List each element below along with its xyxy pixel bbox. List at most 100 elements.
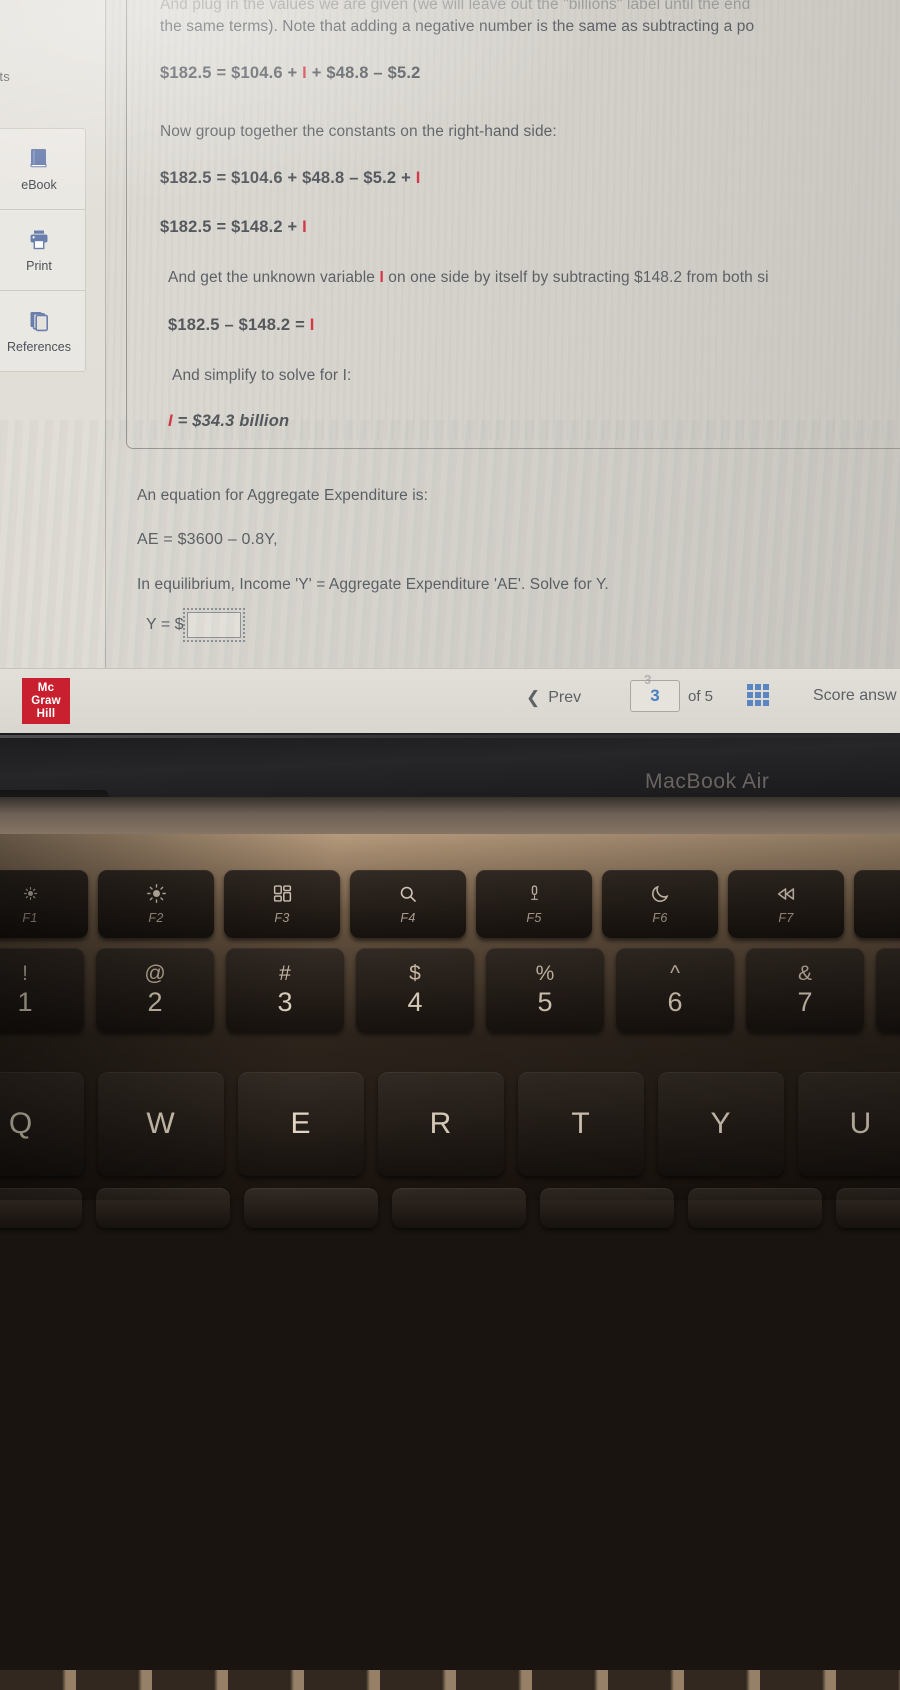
prev-button-label: Prev <box>548 689 582 706</box>
answer-input[interactable] <box>182 608 245 642</box>
key-6-main: 6 <box>667 987 683 1017</box>
equation-5-answer: I = $34.3 billion <box>168 412 290 430</box>
key-f8-partial[interactable] <box>854 870 900 938</box>
prev-button[interactable]: ❮ Prev <box>526 688 581 708</box>
speaker-grill <box>0 1670 900 1690</box>
logo-line-3: Hill <box>36 707 56 720</box>
keyboard-function-row: F1 F2 F3 F4 F5 F6 F7 <box>0 870 900 938</box>
solution-text-step-2: Now group together the constants on the … <box>160 123 557 140</box>
keyboard-number-row: ! 1 @ 2 # 3 $ 4 % 5 ^ 6 & 7 <box>0 948 900 1032</box>
key-r[interactable]: R <box>378 1072 504 1176</box>
key-f4[interactable]: F4 <box>350 870 466 938</box>
laptop-hinge <box>0 797 900 839</box>
sidebar-tool-group: eBook Print References <box>0 128 86 372</box>
answer-prefix: Y = $ <box>146 616 184 633</box>
equilibrium-prompt: In equilibrium, Income 'Y' = Aggregate E… <box>137 576 609 593</box>
equation-2: $182.5 = $104.6 + $48.8 – $5.2 + I <box>160 169 421 187</box>
printer-icon <box>26 227 52 253</box>
key-bottom-7[interactable] <box>836 1188 900 1228</box>
key-q-label: Q <box>8 1107 34 1140</box>
key-f6[interactable]: F6 <box>602 870 718 938</box>
key-3[interactable]: # 3 <box>226 948 344 1032</box>
key-f3[interactable]: F3 <box>224 870 340 938</box>
keyboard-bottom-row-partial <box>0 1188 900 1228</box>
key-2-main: 2 <box>147 987 163 1017</box>
spotlight-search-icon <box>398 884 418 904</box>
key-y-label: Y <box>710 1107 732 1140</box>
aggregate-expenditure-intro: An equation for Aggregate Expenditure is… <box>137 487 429 504</box>
key-3-shift: # <box>279 962 291 985</box>
key-f2-label: F2 <box>148 910 164 925</box>
sidebar-item-references[interactable]: References <box>0 291 85 371</box>
key-bottom-4[interactable] <box>392 1188 526 1228</box>
key-bottom-2[interactable] <box>96 1188 230 1228</box>
bezel-highlight <box>0 735 900 738</box>
key-t[interactable]: T <box>518 1072 644 1176</box>
bottom-navigation-bar: Mc Graw Hill ❮ Prev 3 3 of 5 Score answ <box>0 668 900 733</box>
key-e[interactable]: E <box>238 1072 364 1176</box>
sidebar-item-ebook-label: eBook <box>21 178 57 192</box>
key-1-shift: ! <box>22 962 28 985</box>
key-u-label: U <box>849 1107 873 1140</box>
key-bottom-3[interactable] <box>244 1188 378 1228</box>
sidebar: nts eBook <box>0 0 106 668</box>
solution-text-intro-2: the same terms). Note that adding a nega… <box>160 18 755 35</box>
key-y[interactable]: Y <box>658 1072 784 1176</box>
mcgraw-hill-logo: Mc Graw Hill <box>22 678 70 724</box>
key-8-partial[interactable] <box>876 948 900 1032</box>
sidebar-item-ebook[interactable]: eBook <box>0 129 85 210</box>
key-f7-label: F7 <box>778 910 794 925</box>
laptop-screen: nts eBook <box>0 0 900 733</box>
key-f7[interactable]: F7 <box>728 870 844 938</box>
sidebar-item-references-label: References <box>7 340 71 354</box>
key-bottom-1[interactable] <box>0 1188 82 1228</box>
equation-1: $182.5 = $104.6 + I + $48.8 – $5.2 <box>160 64 421 82</box>
page-number-input[interactable]: 3 3 <box>630 672 680 712</box>
key-7-main: 7 <box>797 987 813 1017</box>
key-u[interactable]: U <box>798 1072 900 1176</box>
key-bottom-6[interactable] <box>688 1188 822 1228</box>
key-4-shift: $ <box>409 962 421 985</box>
key-7-shift: & <box>797 962 812 985</box>
key-f2[interactable]: F2 <box>98 870 214 938</box>
key-5-main: 5 <box>537 987 553 1017</box>
do-not-disturb-moon-icon <box>650 884 671 904</box>
sidebar-truncated-label: nts <box>0 69 10 84</box>
keyboard-letter-row: Q W E R T Y U <box>0 1072 900 1176</box>
sidebar-item-print[interactable]: Print <box>0 210 85 291</box>
key-f6-label: F6 <box>652 910 668 925</box>
score-answers-button[interactable]: Score answ <box>813 687 897 705</box>
key-7[interactable]: & 7 <box>746 948 864 1032</box>
logo-line-1: Mc <box>37 681 55 694</box>
solution-text-intro-cut: And plug in the values we are given (we … <box>160 0 751 13</box>
brightness-down-icon <box>22 884 39 904</box>
key-f1[interactable]: F1 <box>0 870 88 938</box>
mission-control-icon <box>272 884 293 904</box>
variable-i: I <box>415 169 421 187</box>
equation-3: $182.5 = $148.2 + I <box>160 218 307 236</box>
key-1[interactable]: ! 1 <box>0 948 84 1032</box>
macbook-air-label: MacBook Air <box>645 770 770 793</box>
key-q[interactable]: Q <box>0 1072 84 1176</box>
sidebar-item-print-label: Print <box>26 259 52 273</box>
key-f5-label: F5 <box>526 910 542 925</box>
aggregate-expenditure-equation: AE = $3600 – 0.8Y, <box>137 531 278 548</box>
key-w[interactable]: W <box>98 1072 224 1176</box>
key-f5[interactable]: F5 <box>476 870 592 938</box>
equation-4: $182.5 – $148.2 = I <box>168 316 315 334</box>
key-4[interactable]: $ 4 <box>356 948 474 1032</box>
variable-i: I <box>302 218 307 236</box>
key-w-label: W <box>146 1107 176 1140</box>
key-5[interactable]: % 5 <box>486 948 604 1032</box>
key-e-label: E <box>290 1107 312 1140</box>
grid-3x3-icon[interactable] <box>746 683 770 707</box>
key-6[interactable]: ^ 6 <box>616 948 734 1032</box>
solution-text-step-3: And get the unknown variable I on one si… <box>168 269 769 286</box>
key-r-label: R <box>429 1107 453 1140</box>
key-bottom-5[interactable] <box>540 1188 674 1228</box>
key-2[interactable]: @ 2 <box>96 948 214 1032</box>
key-f4-label: F4 <box>400 910 416 925</box>
key-f3-label: F3 <box>274 910 290 925</box>
key-t-label: T <box>571 1107 591 1140</box>
dictation-mic-icon <box>525 884 544 904</box>
